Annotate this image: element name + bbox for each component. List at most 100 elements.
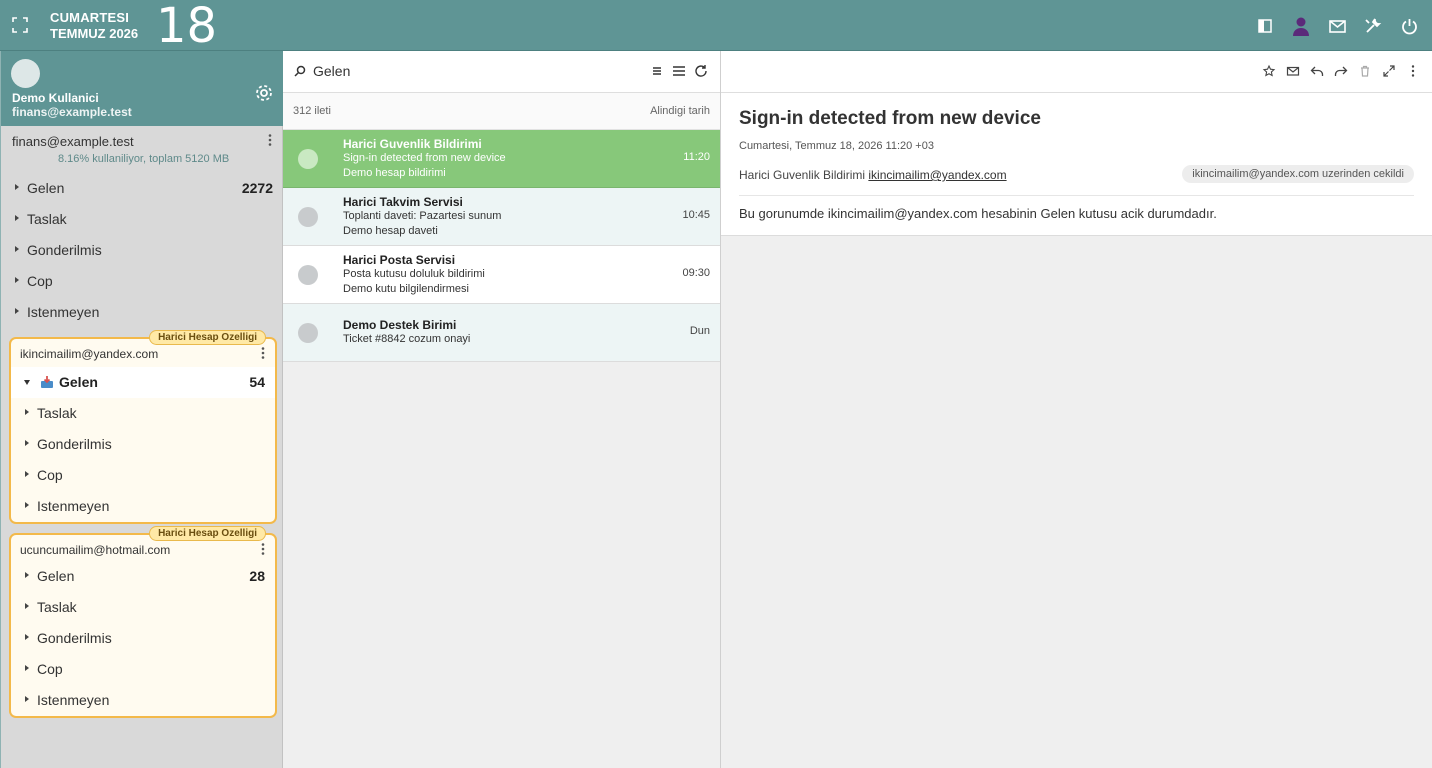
main-account-email: finans@example.test	[12, 134, 134, 149]
refresh-icon[interactable]	[694, 64, 708, 78]
folder-count: 2272	[241, 180, 273, 196]
power-icon[interactable]	[1396, 13, 1422, 39]
external-account-email: ikincimailim@yandex.com	[20, 347, 159, 361]
message-sender: Harici Takvim Servisi	[343, 195, 463, 209]
message-subject: Ticket #8842 cozum onayi	[343, 333, 471, 345]
top-bar: CUMARTESI TEMMUZ 2026 18	[0, 0, 1432, 54]
message-time: 11:20	[683, 151, 710, 163]
avatar[interactable]	[11, 59, 40, 88]
kebab-menu-icon[interactable]	[257, 542, 269, 556]
filter-icon[interactable]	[650, 64, 664, 78]
chevron-right-icon	[15, 215, 19, 221]
folder-label: Taslak	[37, 599, 77, 615]
folder-gonderilmis[interactable]: Gonderilmis	[1, 235, 283, 266]
more-icon[interactable]	[1406, 64, 1420, 78]
sender-email-link[interactable]: ikincimailim@yandex.com	[868, 168, 1006, 182]
chevron-right-icon	[15, 308, 19, 314]
folder-taslak[interactable]: Taslak	[11, 592, 275, 623]
mark-read-icon[interactable]	[1286, 64, 1300, 78]
sidebar: Demo Kullanici finans@example.test finan…	[0, 51, 283, 768]
delete-icon[interactable]	[1358, 64, 1372, 78]
folder-label: Taslak	[27, 211, 67, 227]
folder-label: Taslak	[37, 405, 77, 421]
message-time: 09:30	[682, 267, 710, 279]
select-circle[interactable]	[298, 207, 318, 227]
folder-label: Cop	[37, 661, 63, 677]
external-account-email: ucuncumailim@hotmail.com	[20, 543, 171, 557]
folder-istenmeyen[interactable]: Istenmeyen	[11, 685, 275, 716]
gear-icon[interactable]	[254, 83, 274, 103]
chevron-right-icon	[15, 184, 19, 190]
chevron-down-icon	[24, 380, 30, 385]
date-day-number: 18	[156, 0, 218, 54]
reader-text: Bu gorunumde ikincimailim@yandex.com hes…	[739, 206, 1217, 221]
list-header: 312 ileti Alindigi tarih	[283, 93, 720, 130]
date-month-year: TEMMUZ 2026	[50, 26, 139, 41]
list-options-icon[interactable]	[672, 64, 686, 78]
folder-count: 28	[249, 568, 265, 584]
mail-icon[interactable]	[1324, 13, 1350, 39]
message-row[interactable]: Harici Posta Servisi Posta kutusu dolulu…	[283, 246, 720, 304]
folder-label: Istenmeyen	[27, 304, 100, 320]
folder-cop[interactable]: Cop	[11, 654, 275, 685]
folder-label: Cop	[27, 273, 53, 289]
chevron-right-icon	[25, 665, 29, 671]
folder-istenmeyen[interactable]: Istenmeyen	[1, 297, 283, 328]
folder-gelen[interactable]: Gelen 28	[11, 561, 275, 592]
select-circle[interactable]	[298, 149, 318, 169]
message-subject: Posta kutusu doluluk bildirimi	[343, 268, 485, 280]
folder-taslak[interactable]: Taslak	[11, 398, 275, 429]
folder-cop[interactable]: Cop	[11, 460, 275, 491]
folder-taslak[interactable]: Taslak	[1, 204, 283, 235]
message-row[interactable]: Demo Destek Birimi Ticket #8842 cozum on…	[283, 304, 720, 362]
reader-from: Harici Guvenlik Bildirimi ikincimailim@y…	[739, 168, 1007, 182]
message-preview: Demo kutu bilgilendirmesi	[343, 283, 469, 295]
profile-panel: Demo Kullanici finans@example.test	[1, 51, 283, 126]
divider	[739, 195, 1414, 196]
kebab-menu-icon[interactable]	[264, 133, 276, 147]
folder-gelen-active[interactable]: Gelen 54	[11, 367, 275, 398]
storage-usage: 8.16% kullaniliyor, toplam 5120 MB	[58, 153, 230, 165]
sort-selector[interactable]: Alindigi tarih	[650, 105, 710, 117]
folder-gelen[interactable]: Gelen 2272	[1, 173, 283, 204]
inbox-icon	[40, 375, 54, 389]
folder-label: Istenmeyen	[37, 498, 110, 514]
folder-cop[interactable]: Cop	[1, 266, 283, 297]
forward-icon[interactable]	[1334, 64, 1348, 78]
panel-toggle-icon[interactable]	[1252, 13, 1278, 39]
fetched-via-chip: ikincimailim@yandex.com uzerinden cekild…	[1182, 165, 1414, 183]
search-bar[interactable]: Gelen	[283, 51, 720, 93]
external-account-badge: Harici Hesap Ozelligi	[149, 330, 266, 345]
user-icon[interactable]	[1288, 13, 1314, 39]
folder-gonderilmis[interactable]: Gonderilmis	[11, 429, 275, 460]
date-day-name: CUMARTESI	[50, 10, 130, 25]
reader-date: Cumartesi, Temmuz 18, 2026 11:20 +03	[739, 140, 934, 152]
folder-count: 54	[249, 374, 265, 390]
sender-name: Harici Guvenlik Bildirimi	[739, 168, 866, 182]
select-circle[interactable]	[298, 265, 318, 285]
chevron-right-icon	[25, 471, 29, 477]
search-input[interactable]: Gelen	[313, 63, 350, 79]
external-account-hotmail: Harici Hesap Ozelligi ucuncumailim@hotma…	[9, 526, 277, 718]
kebab-menu-icon[interactable]	[257, 346, 269, 360]
reply-icon[interactable]	[1310, 64, 1324, 78]
search-icon[interactable]	[293, 64, 307, 78]
folder-istenmeyen[interactable]: Istenmeyen	[11, 491, 275, 522]
expand-icon[interactable]	[1382, 64, 1396, 78]
tools-icon[interactable]	[1360, 13, 1386, 39]
star-icon[interactable]	[1262, 64, 1276, 78]
message-subject: Toplanti daveti: Pazartesi sunum	[343, 210, 502, 222]
chevron-right-icon	[15, 246, 19, 252]
reader-body: Sign-in detected from new device Cumarte…	[721, 93, 1432, 236]
folder-label: Gonderilmis	[37, 436, 112, 452]
message-row[interactable]: Harici Takvim Servisi Toplanti daveti: P…	[283, 188, 720, 246]
chevron-right-icon	[15, 277, 19, 283]
message-row-selected[interactable]: Harici Guvenlik Bildirimi Sign-in detect…	[283, 130, 720, 188]
chevron-right-icon	[25, 603, 29, 609]
folder-gonderilmis[interactable]: Gonderilmis	[11, 623, 275, 654]
select-circle[interactable]	[298, 323, 318, 343]
message-preview: Demo hesap bildirimi	[343, 167, 446, 179]
folder-label: Gonderilmis	[27, 242, 102, 258]
fullscreen-icon[interactable]	[12, 17, 28, 33]
message-sender: Harici Guvenlik Bildirimi	[343, 137, 482, 151]
